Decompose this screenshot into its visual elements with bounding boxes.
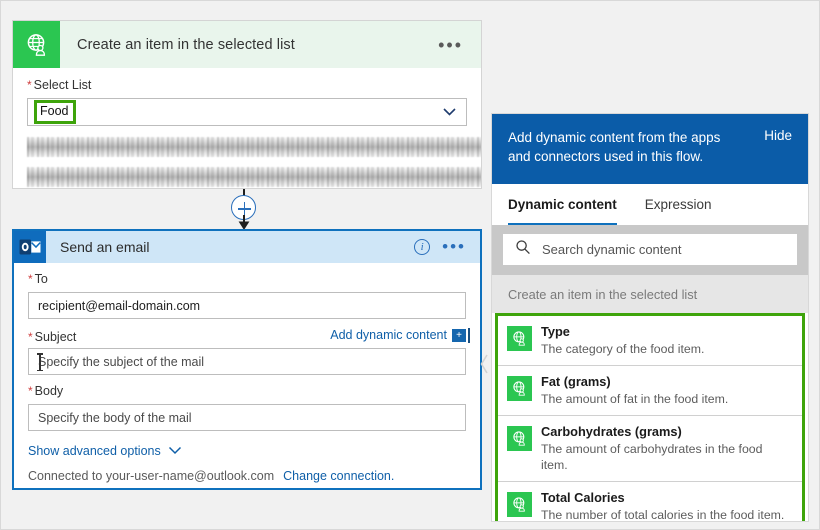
search-icon <box>515 239 531 260</box>
globe-person-icon <box>507 326 532 351</box>
outlook-icon <box>14 231 46 263</box>
dynamic-content-panel-header: Add dynamic content from the apps and co… <box>492 114 808 184</box>
select-list-label-text: Select List <box>34 78 92 92</box>
text-cursor-icon <box>39 353 41 371</box>
search-input[interactable]: Search dynamic content <box>503 234 797 265</box>
info-icon[interactable]: i <box>414 239 430 255</box>
show-advanced-options-link[interactable]: Show advanced options <box>28 444 466 458</box>
list-item[interactable]: Type The category of the food item. <box>498 316 802 366</box>
send-email-more-menu[interactable]: ••• <box>442 244 466 250</box>
send-email-header-actions: i ••• <box>414 239 466 255</box>
body-input-placeholder: Specify the body of the mail <box>38 411 192 425</box>
add-dynamic-content-label: Add dynamic content <box>330 328 447 342</box>
connection-status-text: Connected to your-user-name@outlook.com <box>28 469 274 483</box>
plus-icon-vertical <box>244 202 246 215</box>
globe-person-icon <box>507 492 532 517</box>
globe-person-icon <box>507 376 532 401</box>
list-item[interactable]: Fat (grams) The amount of fat in the foo… <box>498 366 802 416</box>
plus-badge-icon: + <box>452 329 466 342</box>
select-list-label: *Select List <box>27 78 467 92</box>
subject-label-row: *Subject Add dynamic content + <box>28 328 466 348</box>
list-item-name: Type <box>541 324 704 340</box>
list-item-name: Fat (grams) <box>541 374 728 390</box>
action-card-header[interactable]: Create an item in the selected list ••• <box>13 21 481 68</box>
action-card-title: Create an item in the selected list <box>77 37 295 53</box>
body-input[interactable]: Specify the body of the mail <box>28 404 466 431</box>
select-list-value: Food <box>34 100 76 124</box>
dynamic-content-list: Type The category of the food item. Fat … <box>495 313 805 522</box>
hide-panel-button[interactable]: Hide <box>764 128 792 143</box>
globe-person-icon <box>507 426 532 451</box>
send-email-body: *To recipient@email-domain.com *Subject … <box>14 263 480 483</box>
panel-collapse-handle[interactable] <box>478 346 490 382</box>
to-input-value: recipient@email-domain.com <box>38 299 200 313</box>
to-label-text: To <box>35 272 48 286</box>
change-connection-link[interactable]: Change connection. <box>283 469 394 483</box>
required-marker: * <box>28 330 33 344</box>
required-marker: * <box>27 78 32 92</box>
chevron-left-icon <box>478 369 490 386</box>
send-email-title: Send an email <box>60 239 150 255</box>
flow-designer-screen: Create an item in the selected list ••• … <box>0 0 820 530</box>
required-marker: * <box>28 384 33 398</box>
dynamic-content-tabs: Dynamic content Expression <box>492 184 808 225</box>
dynamic-content-panel-description: Add dynamic content from the apps and co… <box>508 128 733 166</box>
action-card-more-menu[interactable]: ••• <box>438 41 463 49</box>
show-advanced-options-label: Show advanced options <box>28 444 161 458</box>
subject-input-placeholder: Specify the subject of the mail <box>38 355 204 369</box>
list-item-name: Total Calories <box>541 490 784 506</box>
dynamic-content-search-area: Search dynamic content <box>492 225 808 275</box>
dynamic-content-group-label: Create an item in the selected list <box>492 275 808 313</box>
to-label: *To <box>28 272 466 286</box>
list-item-name: Carbohydrates (grams) <box>541 424 792 440</box>
to-input[interactable]: recipient@email-domain.com <box>28 292 466 319</box>
list-item-description: The amount of fat in the food item. <box>541 391 728 407</box>
chevron-down-icon <box>168 444 182 458</box>
redacted-row <box>27 137 482 157</box>
list-item[interactable]: Carbohydrates (grams) The amount of carb… <box>498 416 802 482</box>
body-label: *Body <box>28 384 466 398</box>
list-item[interactable]: Total Calories The number of total calor… <box>498 482 802 522</box>
body-label-text: Body <box>35 384 64 398</box>
search-input-placeholder: Search dynamic content <box>542 242 681 257</box>
action-card-body: *Select List Food <box>13 68 481 187</box>
subject-label-text: Subject <box>35 330 77 344</box>
subject-input[interactable]: Specify the subject of the mail <box>28 348 466 375</box>
chevron-down-icon[interactable] <box>442 104 457 119</box>
select-list-field[interactable]: Food <box>27 98 467 126</box>
list-item-description: The amount of carbohydrates in the food … <box>541 441 792 473</box>
globe-person-icon <box>13 21 60 68</box>
send-email-header[interactable]: Send an email i ••• <box>14 231 480 263</box>
action-card-create-item[interactable]: Create an item in the selected list ••• … <box>12 20 482 189</box>
dynamic-content-panel: Add dynamic content from the apps and co… <box>491 113 809 522</box>
list-item-description: The category of the food item. <box>541 341 704 357</box>
list-item-description: The number of total calories in the food… <box>541 507 784 522</box>
tab-expression[interactable]: Expression <box>645 184 712 225</box>
tab-dynamic-content[interactable]: Dynamic content <box>508 184 617 225</box>
required-marker: * <box>28 272 33 286</box>
redacted-row <box>27 167 482 187</box>
add-dynamic-content-button[interactable]: Add dynamic content + <box>330 328 466 342</box>
connection-footer: Connected to your-user-name@outlook.com … <box>28 469 466 483</box>
redacted-fields-region <box>27 137 467 187</box>
flow-connector <box>231 189 257 229</box>
arrow-down-icon <box>237 215 251 230</box>
subject-label: *Subject <box>28 330 76 344</box>
action-card-send-email[interactable]: Send an email i ••• *To recipient@email-… <box>12 229 482 490</box>
select-list-dropdown[interactable]: Food <box>27 98 467 126</box>
